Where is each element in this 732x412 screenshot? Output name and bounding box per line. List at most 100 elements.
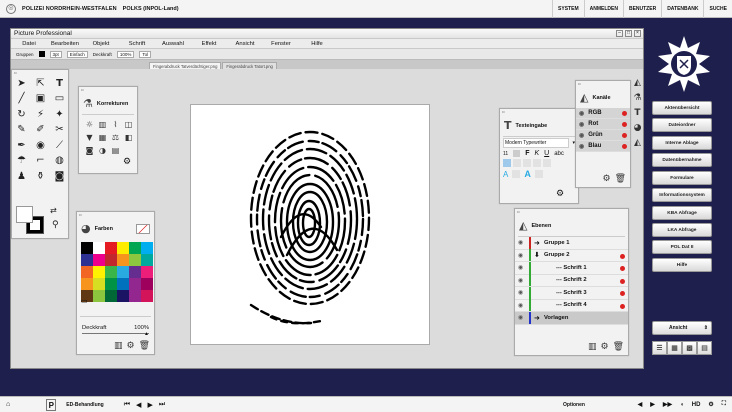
visibility-eye-icon[interactable]: ◉	[579, 143, 584, 150]
bottles-icon[interactable]: ⚱	[36, 171, 44, 182]
menu-fenster[interactable]: Fenster	[263, 41, 299, 47]
layers-strip-icon[interactable]: ◭	[634, 138, 641, 148]
settings-gear-icon[interactable]: ⚙	[556, 189, 564, 199]
menu-ansicht[interactable]: Ansicht	[227, 41, 263, 47]
camera-icon[interactable]: ◙	[55, 171, 65, 182]
image-frame-icon[interactable]: ▣	[36, 94, 45, 104]
magic-wand-icon[interactable]: ⚡	[37, 109, 44, 120]
settings-gear-icon[interactable]: ⚙	[123, 157, 131, 167]
color-swatch[interactable]	[81, 278, 93, 290]
color-swatch[interactable]	[93, 254, 105, 266]
eye-icon[interactable]: ◉	[36, 140, 45, 151]
scissors-icon[interactable]: ✂	[55, 125, 63, 135]
color-swatch[interactable]	[117, 266, 129, 278]
vibrance-icon[interactable]: ▼	[86, 133, 92, 142]
bold-button[interactable]: F	[525, 150, 529, 157]
align-right-button[interactable]	[523, 159, 531, 167]
sidebar-button[interactable]: Interne Ablage	[652, 136, 712, 150]
opacity-slider[interactable]: ▲	[82, 331, 149, 337]
ansicht-select[interactable]: Ansicht ⇕	[652, 321, 712, 335]
layer-library-icon[interactable]: ▥	[588, 342, 597, 352]
visibility-eye-icon[interactable]: ◉	[515, 264, 526, 271]
channel-row[interactable]: ◉ Rot	[576, 119, 630, 130]
layer-expand-icon[interactable]: ⬇	[534, 251, 544, 259]
skip-back-icon[interactable]: ⏮	[124, 401, 130, 409]
color-swatch[interactable]	[141, 242, 153, 254]
select-arrow-icon[interactable]: ➤	[17, 78, 25, 89]
palette-strip-icon[interactable]: ◕	[634, 123, 642, 133]
layer-row[interactable]: ◉ --- Schrift 2	[515, 274, 628, 287]
color-swatch[interactable]	[93, 278, 105, 290]
trash-icon[interactable]: 🗑	[613, 342, 624, 352]
image-canvas[interactable]	[190, 104, 430, 345]
brightness-icon[interactable]: ☼	[86, 120, 93, 129]
forward-icon[interactable]: ▶	[147, 401, 152, 409]
layer-row[interactable]: ◉ --- Schrift 4	[515, 299, 628, 312]
flask-strip-icon[interactable]: ⚗	[633, 93, 641, 103]
color-swatch[interactable]	[117, 290, 129, 302]
grid-large-icon[interactable]: ▩	[682, 341, 697, 355]
minimize-button[interactable]: –	[616, 30, 623, 37]
visibility-eye-icon[interactable]: ◉	[515, 314, 526, 321]
channels-strip-icon[interactable]: ◭	[634, 78, 641, 88]
italic-button[interactable]: K	[534, 150, 539, 157]
sidebar-button[interactable]: LKA Abfrage	[652, 223, 712, 237]
stroke-size-field[interactable]: 3pt	[49, 50, 62, 58]
color-swatch[interactable]	[105, 278, 117, 290]
skip-forward-icon[interactable]: ⏭	[159, 401, 165, 409]
menu-objekt[interactable]: Objekt	[83, 41, 119, 47]
settings-gear-icon[interactable]: ⚙	[602, 174, 610, 184]
swatch-library-icon[interactable]: ▥	[114, 341, 123, 351]
channel-row[interactable]: ◉ RGB	[576, 108, 630, 119]
settings-gear-icon[interactable]: ⚙	[126, 341, 134, 351]
channel-row[interactable]: ◉ Grün	[576, 130, 630, 141]
color-swatch[interactable]	[93, 266, 105, 278]
sidebar-button[interactable]: KBA Abfrage	[652, 206, 712, 220]
sidebar-button[interactable]: Datenübernahme	[652, 153, 712, 167]
eyedropper-icon[interactable]: ⟋	[56, 140, 63, 151]
layer-row[interactable]: ◉ ⬇ Gruppe 2	[515, 249, 628, 262]
hd-label[interactable]: HD	[692, 402, 701, 408]
transform-icon[interactable]: ✦	[55, 109, 63, 120]
tolerance-field[interactable]: Tol	[139, 50, 152, 58]
color-swatch[interactable]	[105, 254, 117, 266]
strikethrough-button[interactable]: abc	[554, 151, 564, 157]
sidebar-button[interactable]: Dateiordner	[652, 118, 712, 132]
sidebar-button[interactable]: Aktenübersicht	[652, 101, 712, 115]
crop-icon[interactable]: ⌐	[36, 156, 44, 166]
color-swatch[interactable]	[105, 290, 117, 302]
maximize-button[interactable]: □	[625, 30, 632, 37]
align-left-button[interactable]	[503, 159, 511, 167]
trash-icon[interactable]: 🗑	[615, 174, 626, 184]
layer-row[interactable]: ◉ ➜ Vorlagen	[515, 311, 628, 325]
color-swatch[interactable]	[129, 278, 141, 290]
curves-icon[interactable]: ⌇	[114, 120, 118, 129]
exposure-icon[interactable]: ◫	[125, 120, 133, 129]
group-label[interactable]: Gruppen	[16, 52, 34, 57]
color-swatch[interactable]	[141, 266, 153, 278]
color-swatch[interactable]	[117, 254, 129, 266]
layer-expand-icon[interactable]: ➜	[534, 239, 544, 247]
gradient-map-icon[interactable]: ▤	[112, 146, 120, 155]
underline-button[interactable]: U	[544, 150, 549, 157]
prev-icon[interactable]: ◀	[638, 401, 643, 408]
font-select[interactable]: Modern Typewriter	[503, 138, 570, 148]
stroke-color-icon[interactable]	[38, 51, 45, 57]
next-icon[interactable]: ▶▶	[663, 401, 672, 408]
folder-icon[interactable]: ▭	[81, 297, 88, 305]
color-swatch[interactable]	[141, 290, 153, 302]
sidebar-button[interactable]: Informationssystem	[652, 188, 712, 202]
color-swatch[interactable]	[141, 254, 153, 266]
pen-tool-icon[interactable]: ✒	[17, 140, 25, 151]
text-tool-icon[interactable]: T	[56, 78, 63, 89]
justify-button[interactable]	[533, 159, 541, 167]
fingerprint-tool-icon[interactable]: ◍	[55, 156, 64, 166]
opacity-field[interactable]: 100%	[116, 50, 135, 58]
bw-icon[interactable]: ◧	[125, 133, 133, 142]
back-icon[interactable]: ◀	[136, 401, 141, 409]
brush-icon[interactable]: ✐	[36, 125, 44, 135]
text-fill-icon[interactable]: A	[524, 169, 531, 179]
swap-colors-icon[interactable]: ⇄	[50, 206, 57, 216]
menu-bearbeiten[interactable]: Bearbeiten	[47, 41, 83, 47]
color-swatch[interactable]	[81, 254, 93, 266]
